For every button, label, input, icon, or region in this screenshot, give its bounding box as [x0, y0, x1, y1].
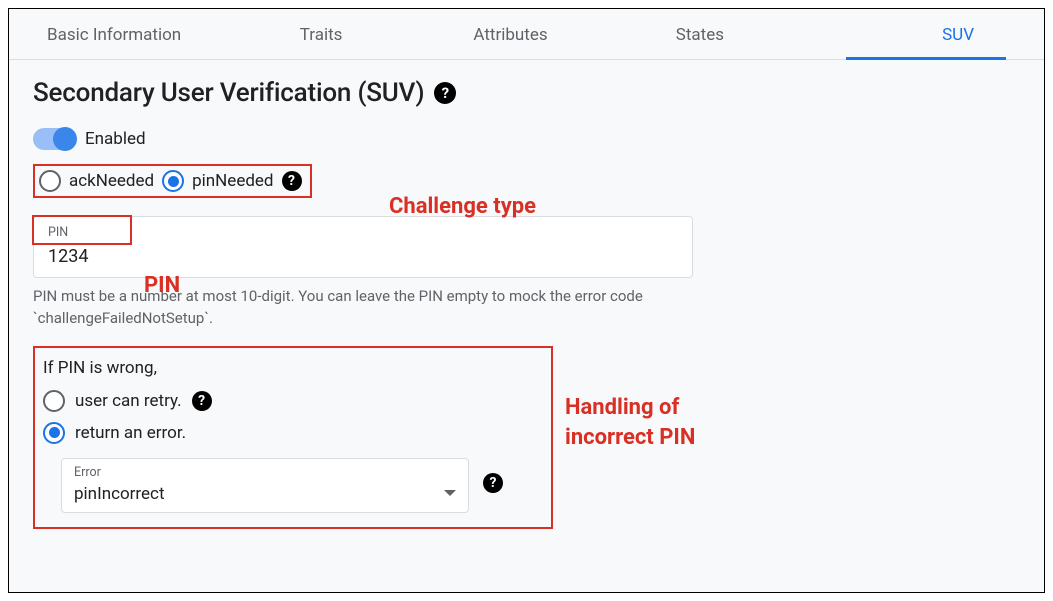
tabs-bar: Basic Information Traits Attributes Stat…: [9, 9, 1044, 60]
app-frame: Basic Information Traits Attributes Stat…: [8, 8, 1045, 593]
radio-pin-needed-label: pinNeeded: [192, 171, 273, 191]
annotation-challenge-type: Challenge type: [389, 194, 536, 219]
tab-basic-information[interactable]: Basic Information: [19, 9, 226, 59]
help-icon[interactable]: ?: [282, 171, 302, 191]
error-select[interactable]: Error pinIncorrect: [61, 458, 469, 513]
error-select-row: Error pinIncorrect ?: [43, 454, 539, 513]
help-icon[interactable]: ?: [192, 391, 212, 411]
help-icon[interactable]: ?: [434, 82, 456, 104]
challenge-type-group: ackNeeded pinNeeded ?: [33, 164, 312, 198]
radio-retry-label: user can retry.: [75, 391, 182, 411]
radio-pin-needed[interactable]: [162, 170, 184, 192]
wrong-pin-prompt: If PIN is wrong,: [43, 358, 539, 378]
tab-attributes[interactable]: Attributes: [416, 9, 605, 59]
radio-ack-needed[interactable]: [39, 170, 61, 192]
tab-content: Secondary User Verification (SUV) ? Enab…: [9, 60, 1044, 547]
chevron-down-icon: [444, 490, 456, 496]
pin-floating-label: PIN: [48, 225, 678, 240]
enabled-toggle-row: Enabled: [33, 128, 1020, 150]
annotation-pin: PIN: [144, 273, 180, 298]
tab-suv[interactable]: SUV: [795, 9, 1034, 59]
toggle-knob: [53, 127, 77, 151]
pin-helper-text: PIN must be a number at most 10-digit. Y…: [33, 286, 693, 330]
radio-row-retry: user can retry. ?: [43, 390, 539, 412]
tab-states[interactable]: States: [605, 9, 794, 59]
enabled-label: Enabled: [85, 129, 146, 149]
pin-input[interactable]: PIN 1234: [33, 216, 693, 278]
help-icon[interactable]: ?: [483, 473, 503, 493]
error-select-label: Error: [74, 465, 165, 480]
radio-row-return-error: return an error.: [43, 422, 539, 444]
pin-section: PIN 1234 PIN must be a number at most 10…: [33, 216, 1020, 330]
page-title-row: Secondary User Verification (SUV) ?: [33, 78, 1020, 108]
radio-error-label: return an error.: [75, 423, 186, 443]
annotation-handling: Handling ofincorrect PIN: [565, 393, 695, 452]
page-title: Secondary User Verification (SUV): [33, 78, 424, 108]
enabled-toggle[interactable]: [33, 128, 75, 150]
radio-user-can-retry[interactable]: [43, 390, 65, 412]
pin-value: 1234: [48, 246, 678, 267]
error-select-value: pinIncorrect: [74, 484, 165, 504]
wrong-pin-group: If PIN is wrong, user can retry. ? retur…: [33, 346, 553, 529]
tab-traits[interactable]: Traits: [226, 9, 415, 59]
radio-ack-needed-label: ackNeeded: [69, 171, 154, 191]
radio-return-error[interactable]: [43, 422, 65, 444]
